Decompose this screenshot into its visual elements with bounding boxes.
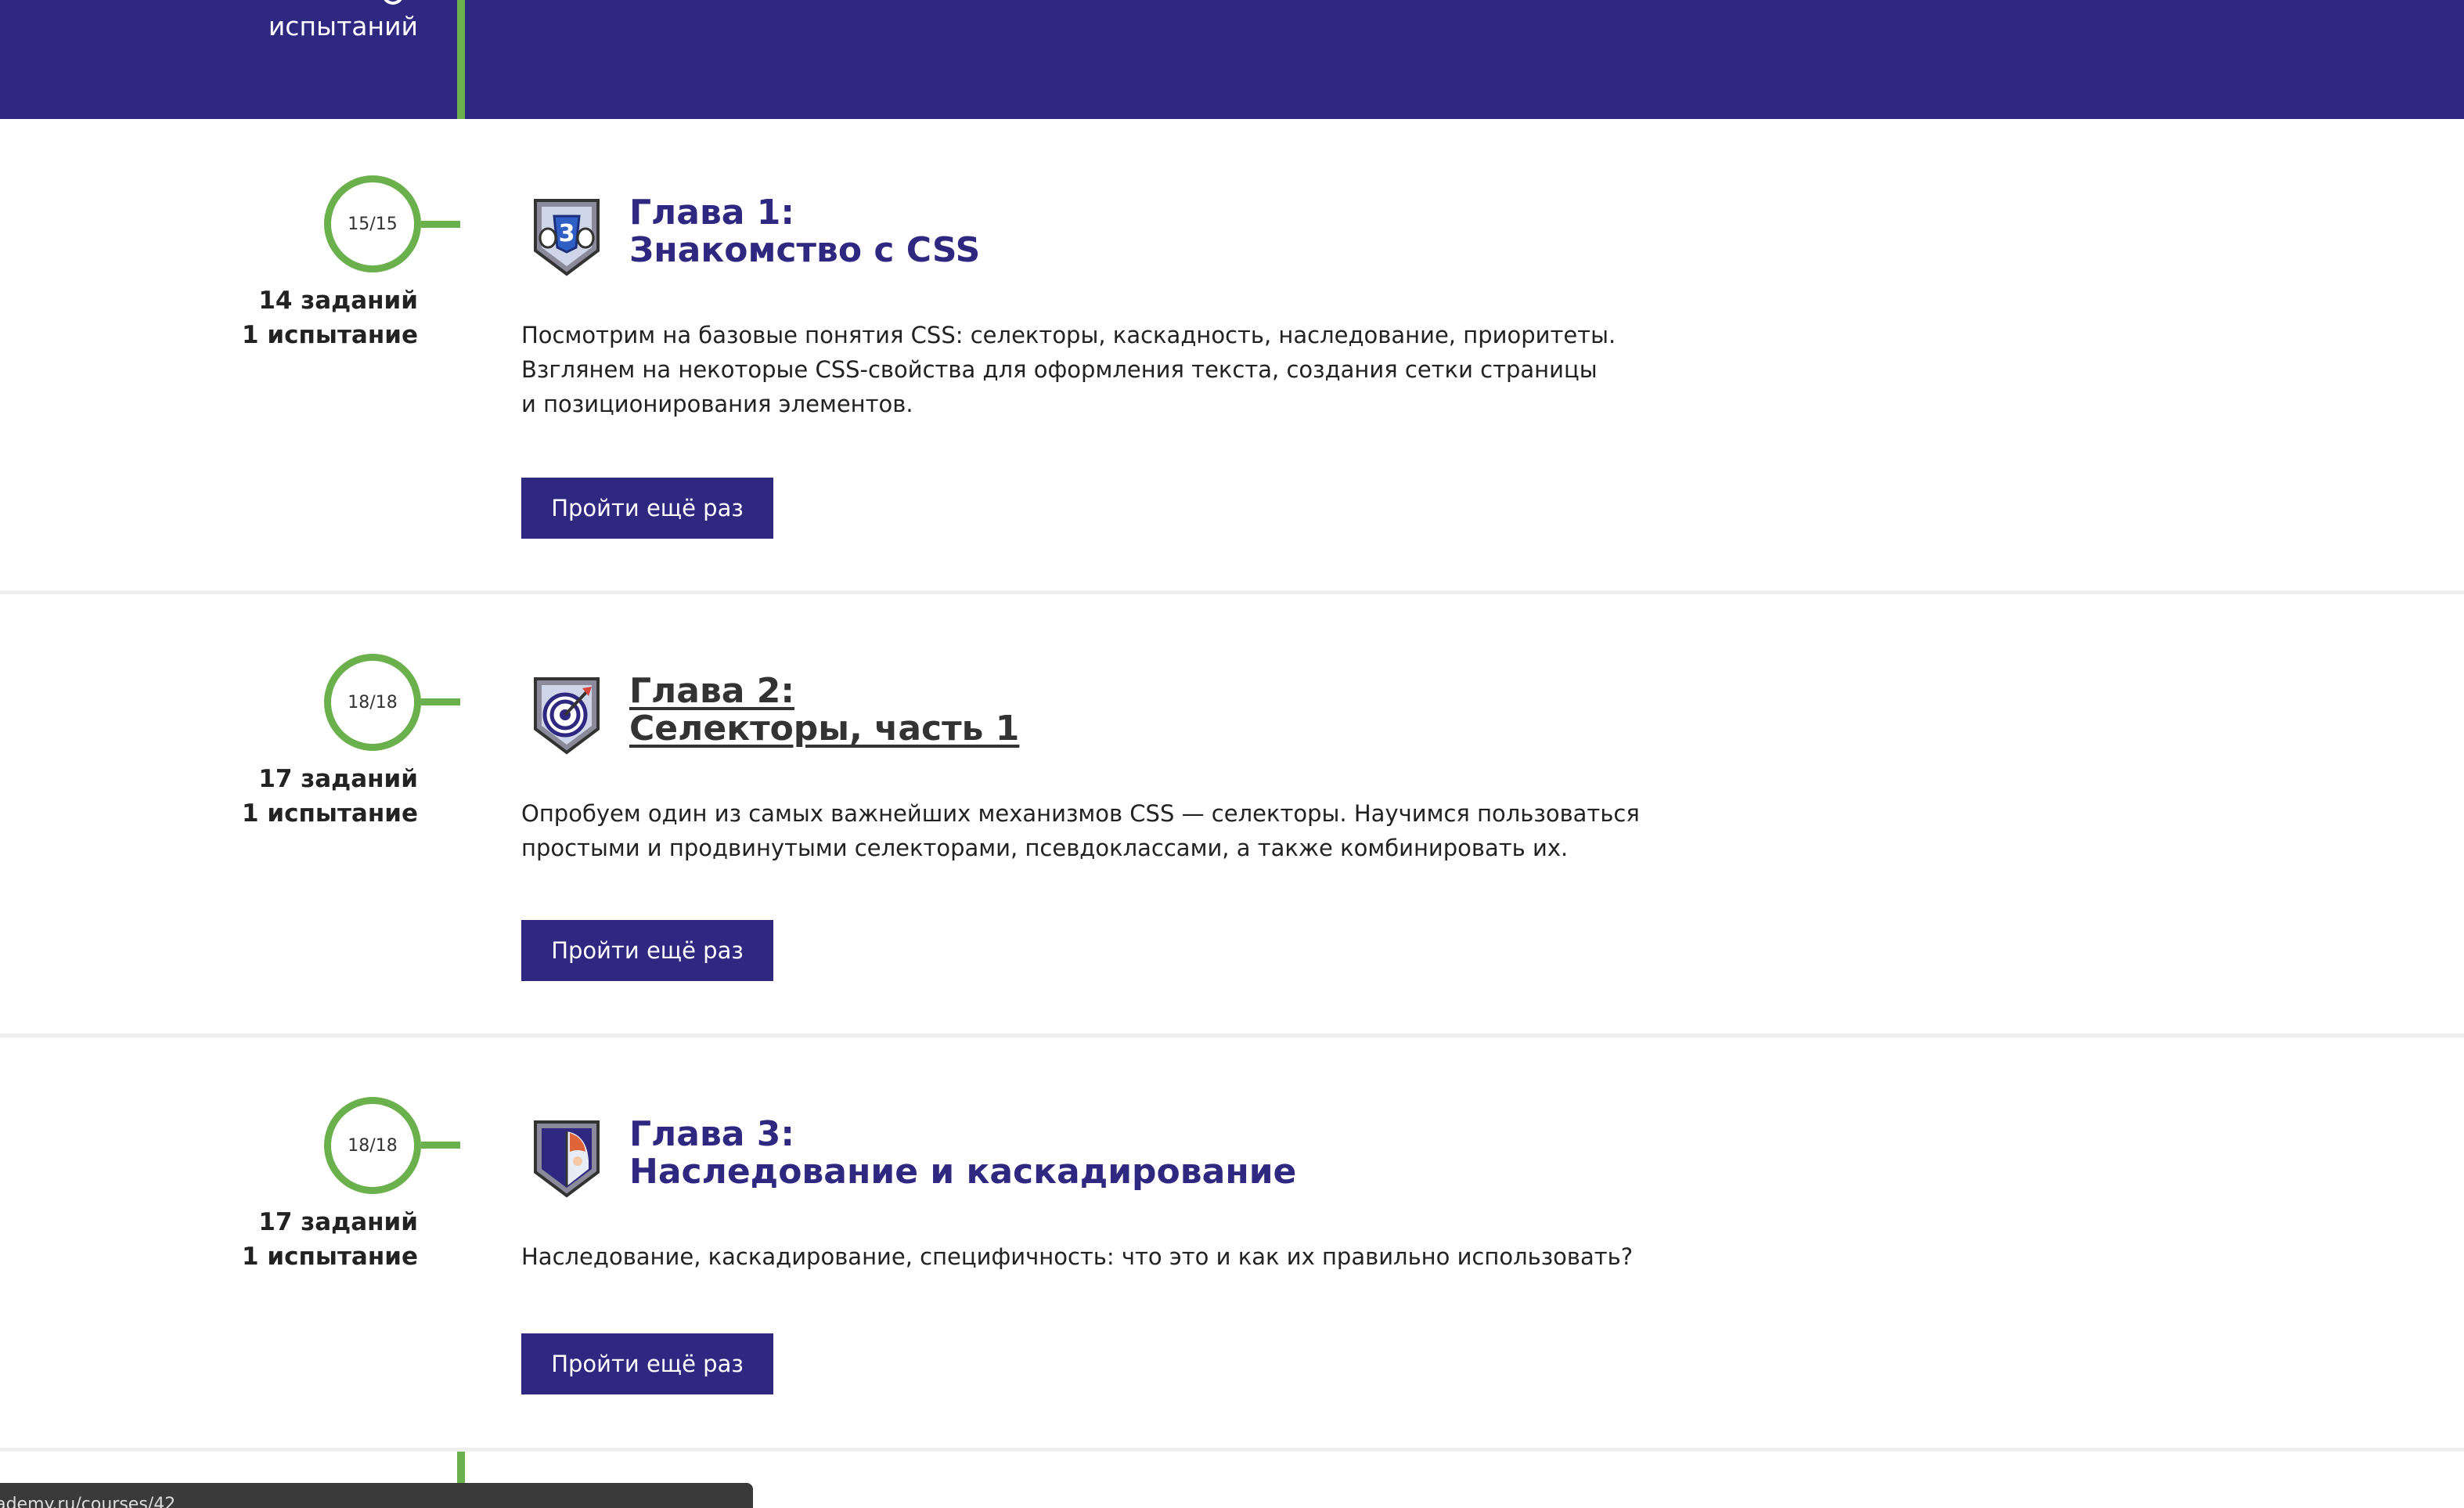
tasks-count: 17 заданий bbox=[258, 1208, 418, 1236]
chapter-card: 15/15 14 заданий 1 испытание 3 Глава 1: … bbox=[0, 119, 2464, 594]
chapter-progress-ring: 18/18 bbox=[324, 1097, 421, 1194]
chapter-name: Знакомство с CSS bbox=[629, 230, 981, 270]
course-summary-band: испытаний bbox=[0, 0, 2464, 119]
chapter-title: Глава 1: Знакомство с CSS bbox=[629, 194, 980, 269]
chapter-number: Глава 2: bbox=[629, 671, 795, 711]
timeline-connector bbox=[421, 1142, 460, 1149]
chapter-card: 18/18 17 заданий 1 испытание Глава 2: Се… bbox=[0, 594, 2464, 1037]
retry-chapter-button[interactable]: Пройти ещё раз bbox=[521, 920, 773, 981]
description-line: Наследование, каскадирование, специфично… bbox=[521, 1243, 1634, 1270]
chapter-description: Опробуем один из самых важнейших механиз… bbox=[521, 796, 1664, 865]
chapter-progress-ring: 18/18 bbox=[324, 654, 421, 751]
trials-count: 1 испытание bbox=[242, 799, 418, 828]
timeline-connector bbox=[421, 698, 460, 705]
description-line: и позиционирования элементов. bbox=[521, 391, 913, 417]
chapter-title-link[interactable]: Глава 2: Селекторы, часть 1 bbox=[629, 673, 1019, 748]
chapter-name: Наследование и каскадирование bbox=[629, 1152, 1297, 1192]
chapter-card: 18/18 17 заданий 1 испытание Глава 3: На… bbox=[0, 1037, 2464, 1452]
progress-value: 15/15 bbox=[348, 214, 398, 234]
description-line: Опробуем один из самых важнейших механиз… bbox=[521, 800, 1640, 827]
chapter-stats: 17 заданий 1 испытание bbox=[242, 762, 418, 831]
link-status-bar: cademy.ru/courses/42 bbox=[0, 1483, 753, 1508]
timeline-connector bbox=[421, 221, 460, 228]
summary-glyph-fragment bbox=[382, 0, 404, 5]
chapter-name: Селекторы, часть 1 bbox=[629, 709, 1020, 749]
hooded-figure-shield-icon bbox=[531, 1117, 603, 1199]
description-line: простыми и продвинутыми селекторами, псе… bbox=[521, 835, 1569, 861]
tasks-count: 14 заданий bbox=[258, 287, 418, 315]
retry-chapter-button[interactable]: Пройти ещё раз bbox=[521, 1333, 773, 1394]
progress-value: 18/18 bbox=[348, 692, 398, 713]
tests-count-label: испытаний bbox=[268, 11, 418, 41]
course-page: испытаний 15/15 14 заданий 1 испытание 3… bbox=[0, 0, 2464, 1508]
link-url: cademy.ru/courses/42 bbox=[0, 1495, 176, 1508]
description-line: Посмотрим на базовые понятия CSS: селект… bbox=[521, 322, 1616, 348]
target-shield-icon bbox=[531, 674, 603, 756]
chapter-title: Глава 3: Наследование и каскадирование bbox=[629, 1116, 1296, 1191]
chapter-stats: 14 заданий 1 испытание bbox=[242, 283, 418, 352]
svg-text:3: 3 bbox=[559, 220, 575, 247]
chapter-description: Наследование, каскадирование, специфично… bbox=[521, 1239, 1664, 1274]
trials-count: 1 испытание bbox=[242, 321, 418, 349]
chapter-number: Глава 1: bbox=[629, 193, 795, 233]
description-line: Взглянем на некоторые CSS-свойства для о… bbox=[521, 356, 1598, 383]
chapter-progress-ring: 15/15 bbox=[324, 175, 421, 272]
tasks-count: 17 заданий bbox=[258, 765, 418, 793]
progress-value: 18/18 bbox=[348, 1135, 398, 1156]
css3-shield-icon: 3 bbox=[531, 196, 603, 277]
chapter-number: Глава 3: bbox=[629, 1114, 795, 1154]
chapter-stats: 17 заданий 1 испытание bbox=[242, 1205, 418, 1274]
trials-count: 1 испытание bbox=[242, 1243, 418, 1271]
chapter-description: Посмотрим на базовые понятия CSS: селект… bbox=[521, 318, 1664, 421]
retry-chapter-button[interactable]: Пройти ещё раз bbox=[521, 478, 773, 539]
